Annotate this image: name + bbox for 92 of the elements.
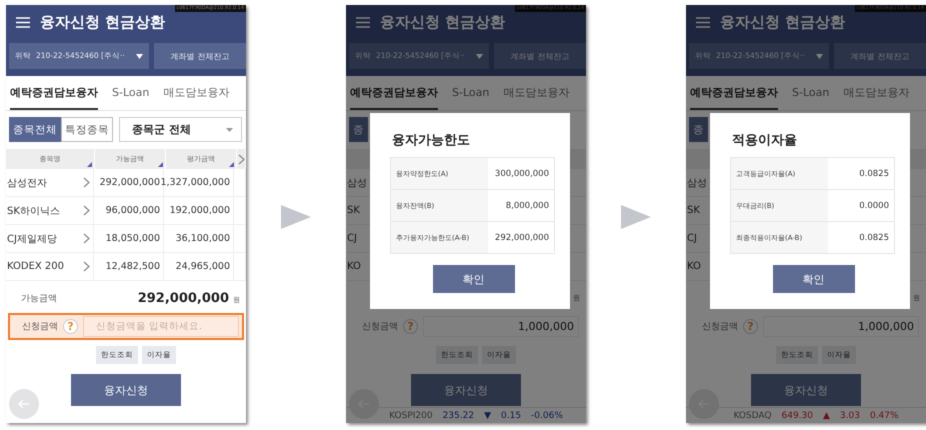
stock-name[interactable]: CJ (687, 233, 697, 244)
ticker-arrow: ▲ (823, 410, 830, 420)
stock-name[interactable]: KO (687, 261, 701, 272)
tab[interactable]: 매도담보융자 (503, 76, 570, 110)
stock-name[interactable]: SK (687, 205, 700, 216)
screen-title: 융자신청 현금상환 (40, 13, 166, 32)
back-button[interactable] (9, 389, 39, 419)
menu-icon (16, 17, 30, 28)
back-arrow-icon (18, 399, 30, 409)
submit-button[interactable]: 융자신청 (411, 374, 521, 406)
chevron-icon (83, 233, 90, 244)
ticker-change: 3.03 (840, 410, 860, 420)
chevron-icon (238, 154, 244, 164)
confirm-button[interactable]: 확인 (772, 265, 854, 293)
dropdown-value: 종목군 전체 (132, 122, 191, 137)
amount-cell: 18,050,000 (106, 233, 160, 244)
caret-icon (476, 54, 483, 58)
ticker-name: KOSPI200 (389, 410, 433, 420)
amount-cell: 12,482,500 (106, 261, 160, 272)
request-label: 신청금액 (702, 321, 738, 333)
amount-cell: 192,000,000 (170, 205, 230, 216)
amount-cell: 1,327,000,000 (160, 177, 230, 188)
ticker-name: KOSDAQ (733, 410, 772, 420)
tab[interactable]: 매도담보융자 (163, 76, 230, 110)
stock-name[interactable]: 삼성 (347, 176, 367, 190)
ticker-rate: 0.47% (870, 410, 899, 420)
ticker-change: 0.15 (501, 410, 522, 420)
tab[interactable]: 예탁증권담보융자 (690, 76, 778, 110)
amount-cell: 292,000,000 (100, 177, 160, 188)
sort-icon (158, 162, 163, 167)
caret-icon (136, 54, 143, 58)
screen-title: 융자신청 현금상환 (380, 13, 506, 32)
tab[interactable]: 매도담보융자 (843, 76, 910, 110)
sort-icon (87, 162, 92, 167)
dialog-title: 적용이자율 (732, 132, 798, 149)
info-value: 300,000,000 (494, 168, 550, 180)
stock-name[interactable]: KO (347, 261, 361, 272)
menu-icon (356, 17, 370, 28)
ticker-price: 235.22 (442, 410, 474, 420)
filter-segment[interactable]: 종 (349, 117, 368, 142)
help-icon[interactable]: ? (63, 319, 78, 334)
confirm-button[interactable]: 확인 (432, 265, 514, 293)
available-label: 가능금액 (21, 292, 57, 304)
info-value: 292,000,000 (494, 232, 550, 244)
tab[interactable]: S-Loan (112, 76, 150, 110)
menu-icon (696, 17, 710, 28)
arrow-icon (619, 203, 653, 231)
balance-button[interactable]: 계좌별 전체잔고 (154, 43, 246, 69)
amount-field[interactable]: 신청금액을 입력하세요. (83, 316, 239, 337)
chevron-icon (83, 177, 90, 188)
tab[interactable]: 예탁증권담보융자 (10, 76, 98, 110)
amount-cell: 96,000,000 (106, 205, 160, 216)
info-value: 0.0825 (858, 232, 890, 244)
dialog-title: 융자가능한도 (392, 132, 471, 149)
tab[interactable]: S-Loan (452, 76, 490, 110)
request-label: 신청금액 (362, 321, 398, 333)
submit-button[interactable]: 융자신청 (751, 374, 861, 406)
filter-segment[interactable]: 종 (689, 117, 708, 142)
stock-name[interactable]: 삼성전자 (7, 176, 47, 190)
group-dropdown[interactable]: 종목군 전체 (119, 117, 242, 142)
info-value: 8,000,000 (504, 200, 550, 212)
screen-title: 융자신청 현금상환 (720, 13, 846, 32)
balance-button[interactable]: 계좌별 전체잔고 (834, 43, 926, 69)
filter-segment[interactable]: 종목전체 (9, 117, 61, 142)
ticker-rate: -0.06% (531, 410, 563, 420)
balance-button[interactable]: 계좌별 전체잔고 (494, 43, 586, 69)
stock-name[interactable]: CJ제일제당 (7, 232, 57, 246)
caret-icon (226, 128, 233, 132)
tab[interactable]: S-Loan (792, 76, 830, 110)
stock-name[interactable]: SK (347, 205, 360, 216)
chevron-icon (83, 205, 90, 216)
arrow-icon (279, 203, 313, 231)
ticker-price: 649.30 (782, 410, 813, 420)
request-label: 신청금액 (22, 321, 58, 333)
amount-field[interactable]: 1,000,000 (763, 316, 919, 337)
submit-button[interactable]: 융자신청 (71, 374, 181, 406)
amount-cell: 24,965,000 (176, 261, 230, 272)
chevron-icon (83, 261, 90, 272)
info-value: 0.0000 (858, 200, 890, 212)
stock-name[interactable]: KODEX 200 (7, 261, 64, 272)
caret-icon (816, 54, 823, 58)
filter-segment[interactable]: 특정종목 (61, 117, 113, 142)
amount-field[interactable]: 1,000,000 (423, 316, 579, 337)
stock-name[interactable]: CJ (347, 233, 357, 244)
stock-name[interactable]: 삼성 (687, 176, 707, 190)
stock-name[interactable]: SK하이닉스 (7, 204, 60, 218)
amount-cell: 36,100,000 (176, 233, 230, 244)
tab[interactable]: 예탁증권담보융자 (350, 76, 438, 110)
available-amount: 292,000,000 (138, 290, 229, 306)
info-value: 0.0825 (858, 168, 890, 180)
sort-icon (229, 162, 234, 167)
ticker-arrow: ▼ (484, 410, 491, 420)
